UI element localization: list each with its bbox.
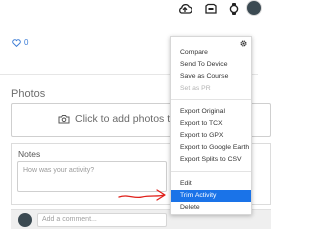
menu-item-export-splits-csv[interactable]: Export Splits to CSV	[171, 154, 251, 166]
menu-item-edit[interactable]: Edit	[171, 178, 251, 190]
notes-title: Notes	[18, 149, 41, 159]
upload-icon[interactable]	[178, 3, 192, 15]
camera-icon	[58, 115, 70, 124]
like-count: 0	[24, 38, 29, 47]
comment-input[interactable]: Add a comment...	[37, 213, 167, 227]
commenter-avatar	[18, 213, 32, 227]
like-button[interactable]: 0	[12, 38, 28, 47]
menu-item-export-original[interactable]: Export Original	[171, 106, 251, 118]
menu-divider	[171, 99, 251, 100]
menu-item-set-as-pr: Set as PR	[180, 85, 211, 92]
activity-options-menu: Compare Send To Device Save as Course Se…	[170, 36, 252, 215]
notes-placeholder: How was your activity?	[23, 167, 95, 174]
menu-item-export-google-earth[interactable]: Export to Google Earth	[171, 142, 251, 154]
top-bar	[0, 0, 262, 18]
photos-title: Photos	[11, 88, 46, 100]
heart-icon	[12, 38, 21, 47]
menu-item-export-tcx[interactable]: Export to TCX	[171, 118, 251, 130]
menu-item-delete[interactable]: Delete	[171, 202, 251, 214]
gear-icon[interactable]	[240, 40, 247, 47]
notes-textarea[interactable]: How was your activity?	[17, 161, 167, 192]
menu-item-export-gpx[interactable]: Export to GPX	[171, 130, 251, 142]
menu-divider	[171, 171, 251, 172]
watch-icon[interactable]	[227, 3, 241, 15]
menu-item-trim-activity[interactable]: Trim Activity	[171, 190, 251, 202]
user-avatar[interactable]	[246, 0, 262, 16]
menu-item-compare[interactable]: Compare	[171, 47, 251, 59]
menu-item-send-to-device[interactable]: Send To Device	[171, 59, 251, 71]
comment-placeholder: Add a comment...	[42, 216, 97, 223]
device-icon[interactable]	[204, 3, 218, 15]
menu-item-save-as-course[interactable]: Save as Course	[171, 71, 251, 83]
